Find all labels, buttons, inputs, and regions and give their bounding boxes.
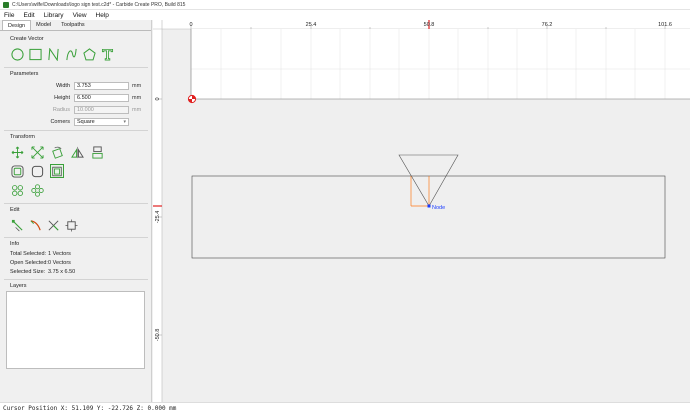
radius-label: Radius: [52, 107, 70, 113]
curve-icon[interactable]: [64, 47, 78, 61]
radius-input: 10.000: [74, 106, 129, 114]
corners-label: Corners: [50, 119, 70, 125]
fillet-icon[interactable]: [30, 164, 44, 178]
origin-icon: [187, 94, 197, 104]
menu-help[interactable]: Help: [96, 12, 109, 19]
ruler-y-label: -50.8: [155, 329, 161, 342]
node-handle[interactable]: [427, 204, 431, 208]
polygon-icon[interactable]: [82, 47, 96, 61]
menu-file[interactable]: File: [4, 12, 14, 19]
height-input[interactable]: 6.500: [74, 94, 129, 102]
node-edit-icon[interactable]: [10, 218, 24, 232]
design-sidebar: Design Model Toolpaths Create Vector Par…: [0, 20, 152, 402]
circle-icon[interactable]: [10, 47, 24, 61]
width-label: Width: [55, 83, 70, 89]
divider: [4, 279, 148, 280]
divider: [4, 67, 148, 68]
align-icon[interactable]: [90, 145, 104, 159]
window-title: C:\Users\wilfe\Downloads\logo sign test.…: [12, 1, 186, 8]
corners-select[interactable]: Square ▾: [74, 118, 129, 126]
ruler-x-label: 25.4: [306, 22, 317, 28]
menu-edit[interactable]: Edit: [23, 12, 34, 19]
radius-unit: mm: [132, 107, 142, 113]
ruler-x-label: 0: [189, 22, 192, 28]
offset-icon[interactable]: [10, 164, 24, 178]
total-selected-label: Total Selected:: [10, 251, 47, 257]
chevron-down-icon: ▾: [123, 119, 126, 125]
divider: [4, 203, 148, 204]
layers-title: Layers: [10, 283, 27, 289]
bounding-box-icon[interactable]: [64, 218, 78, 232]
divider: [4, 237, 148, 238]
scale-icon[interactable]: [30, 145, 44, 159]
menu-library[interactable]: Library: [44, 12, 64, 19]
sidebar-tabs: Design Model Toolpaths: [0, 20, 151, 31]
selected-size-value: 3.75 x 6.50: [48, 269, 76, 275]
ruler-x-label: 101.6: [658, 22, 672, 28]
tab-toolpaths[interactable]: Toolpaths: [56, 20, 90, 30]
polyline-icon[interactable]: [46, 47, 60, 61]
ruler-x-label: 76.2: [542, 22, 553, 28]
design-canvas[interactable]: 0 25.4 50.8 76.2 101.6 0 -25.4 -50.8 Nod…: [153, 20, 690, 402]
height-label: Height: [54, 95, 70, 101]
tab-design[interactable]: Design: [2, 20, 32, 30]
trim-icon[interactable]: [46, 218, 60, 232]
selected-size-label: Selected Size:: [10, 269, 46, 275]
menu-bar: File Edit Library View Help: [0, 10, 690, 20]
top-ruler: [153, 20, 690, 29]
open-selected-value: 0 Vectors: [48, 260, 71, 266]
app-icon: [3, 1, 9, 8]
layers-list[interactable]: [6, 291, 145, 369]
total-selected-value: 1 Vectors: [48, 251, 71, 257]
canvas-svg[interactable]: 0 25.4 50.8 76.2 101.6 0 -25.4 -50.8 Nod…: [153, 20, 690, 402]
edit-title: Edit: [10, 207, 20, 213]
text-icon[interactable]: [100, 47, 114, 61]
corners-select-value: Square: [77, 119, 95, 125]
ruler-y-label: 0: [155, 97, 161, 100]
width-input[interactable]: 3.753: [74, 82, 129, 90]
menu-view[interactable]: View: [73, 12, 87, 19]
node-label: Node: [432, 205, 445, 211]
knife-icon[interactable]: [28, 218, 42, 232]
rotate-icon[interactable]: [50, 145, 64, 159]
grid-array-icon[interactable]: [30, 183, 44, 197]
stock-area: [190, 29, 690, 100]
status-bar: Cursor Position X: 51.109 Y: -22.726 Z: …: [0, 402, 690, 414]
circle-array-icon[interactable]: [10, 183, 24, 197]
boolean-icon[interactable]: [50, 164, 64, 178]
transform-title: Transform: [10, 134, 35, 140]
rectangle-icon[interactable]: [28, 47, 42, 61]
height-unit: mm: [132, 95, 142, 101]
create-vector-title: Create Vector: [10, 36, 44, 42]
open-selected-label: Open Selected:: [10, 260, 48, 266]
tab-model[interactable]: Model: [31, 20, 56, 30]
info-title: Info: [10, 241, 20, 247]
ruler-y-label: -25.4: [155, 211, 161, 224]
cursor-position: Cursor Position X: 51.109 Y: -22.726 Z: …: [3, 405, 177, 412]
move-icon[interactable]: [10, 145, 24, 159]
divider: [4, 130, 148, 131]
parameters-title: Parameters: [10, 71, 39, 77]
ruler-x-label: 50.8: [424, 22, 435, 28]
title-bar: C:\Users\wilfe\Downloads\logo sign test.…: [0, 0, 690, 10]
mirror-icon[interactable]: [70, 145, 84, 159]
width-unit: mm: [132, 83, 142, 89]
